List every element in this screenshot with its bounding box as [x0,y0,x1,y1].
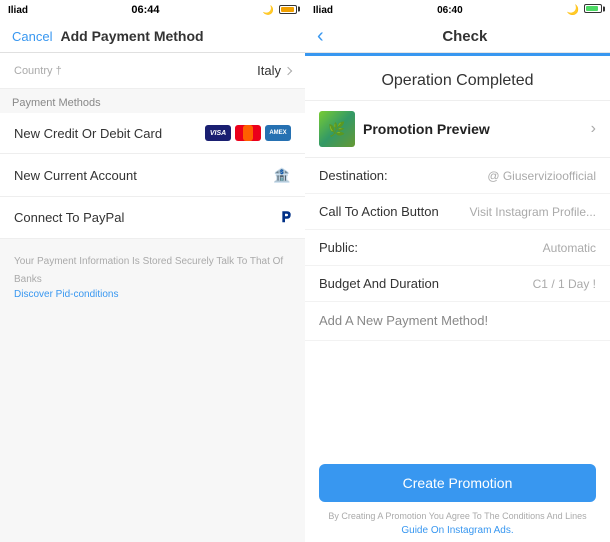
footer-link[interactable]: Guide On Instagram Ads. [305,525,610,542]
battery-icon-right [584,4,602,13]
moon-icon: 🌙 [263,5,274,16]
credit-card-row[interactable]: New Credit Or Debit Card VISA AMEX [0,113,305,154]
budget-label: Budget And Duration [319,276,439,291]
footer-text: By Creating A Promotion You Agree To The… [305,506,610,525]
amex-logo: AMEX [265,125,291,141]
bank-icon: 🏦 [273,166,291,184]
discover-link[interactable]: Discover Pid-conditions [14,289,291,300]
public-label: Public: [319,240,358,255]
create-promotion-button[interactable]: Create Promotion [319,464,596,502]
destination-value: @ Giuservizioofficial [487,169,596,183]
payment-methods-label: Payment Methods [0,89,305,113]
status-bar-right: Iliad 06:40 🌙 [305,0,610,20]
status-icons-right: 🌙 [567,4,602,16]
paypal-row[interactable]: Connect To PayPal 𝐏 [0,197,305,239]
add-payment-row[interactable]: Add A New Payment Method! [305,302,610,341]
carrier-left: Iliad [8,5,28,16]
budget-value: C1 / 1 Day ! [533,277,596,291]
bank-account-label: New Current Account [14,168,137,183]
status-icons-left: 🌙 [263,5,297,16]
create-btn-wrap: Create Promotion [305,454,610,506]
promo-chevron-icon: › [591,120,596,138]
time-left: 06:44 [131,4,159,16]
moon-icon-right: 🌙 [567,5,579,16]
bank-account-row[interactable]: New Current Account 🏦 [0,154,305,197]
cancel-button[interactable]: Cancel [12,29,52,44]
card-logos: VISA AMEX [205,125,291,141]
promo-title: Promotion Preview [363,121,490,137]
carrier-right: Iliad [313,5,333,16]
detail-row-cta[interactable]: Call To Action Button Visit Instagram Pr… [305,194,610,230]
country-row[interactable]: Country † Italy [0,53,305,89]
add-payment-text: Add A New Payment Method! [319,313,488,328]
detail-row-budget[interactable]: Budget And Duration C1 / 1 Day ! [305,266,610,302]
cta-value: Visit Instagram Profile... [470,205,597,219]
country-label: Country † [14,65,62,77]
info-text: Your Payment Information Is Stored Secur… [14,256,283,285]
destination-label: Destination: [319,168,388,183]
promo-left: 🌿 Promotion Preview [319,111,490,147]
nav-header-left: Cancel Add Payment Method [0,20,305,53]
paypal-label: Connect To PayPal [14,210,124,225]
chevron-icon [284,66,292,74]
promo-row[interactable]: 🌿 Promotion Preview › [305,100,610,158]
page-title-left: Add Payment Method [60,28,203,44]
battery-icon [277,5,297,16]
credit-card-label: New Credit Or Debit Card [14,126,162,141]
detail-row-destination[interactable]: Destination: @ Giuservizioofficial [305,158,610,194]
nav-header-right: ‹ Check [305,20,610,53]
back-button[interactable]: ‹ [317,26,324,46]
page-title-right: Check [332,28,598,45]
public-value: Automatic [543,241,596,255]
left-panel: Iliad 06:44 🌙 Cancel Add Payment Method … [0,0,305,542]
paypal-icon: 𝐏 [282,209,291,226]
operation-completed: Operation Completed [305,56,610,100]
info-section: Your Payment Information Is Stored Secur… [0,239,305,312]
country-value: Italy [257,63,291,78]
promo-thumbnail: 🌿 [319,111,355,147]
visa-logo: VISA [205,125,231,141]
status-bar-left: Iliad 06:44 🌙 [0,0,305,20]
detail-row-public[interactable]: Public: Automatic [305,230,610,266]
right-panel: Iliad 06:40 🌙 ‹ Check Operation Complete… [305,0,610,542]
time-right: 06:40 [437,5,463,16]
cta-label: Call To Action Button [319,204,439,219]
mastercard-logo [235,125,261,141]
